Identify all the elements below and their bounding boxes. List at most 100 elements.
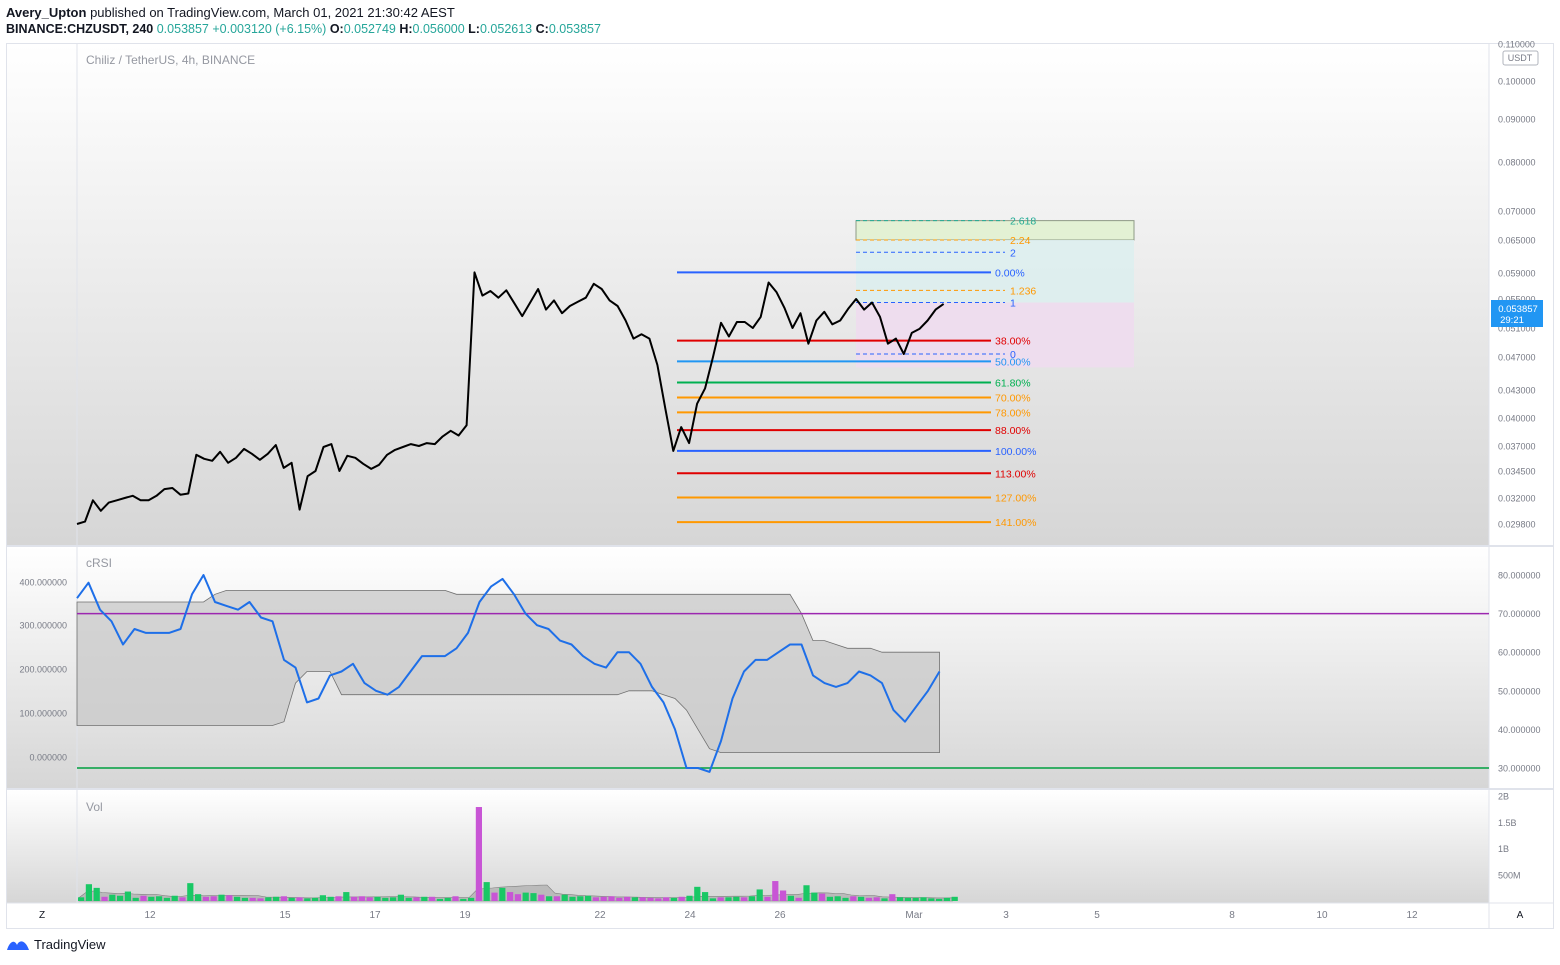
volume-bar[interactable] (569, 896, 576, 901)
volume-bar[interactable] (117, 895, 124, 901)
volume-bar[interactable] (382, 897, 389, 901)
volume-bar[interactable] (756, 889, 763, 901)
volume-bar[interactable] (218, 894, 225, 901)
volume-bar[interactable] (764, 896, 771, 901)
volume-bar[interactable] (101, 896, 108, 901)
volume-bar[interactable] (686, 895, 693, 901)
volume-bar[interactable] (475, 807, 482, 901)
volume-bar[interactable] (156, 896, 163, 901)
volume-bar[interactable] (608, 896, 615, 901)
volume-bar[interactable] (748, 896, 755, 901)
volume-bar[interactable] (405, 897, 412, 901)
volume-bar[interactable] (904, 897, 911, 901)
footer-brand[interactable]: TradingView (6, 937, 106, 952)
volume-bar[interactable] (343, 892, 350, 901)
volume-bar[interactable] (390, 897, 397, 901)
volume-bar[interactable] (538, 894, 545, 901)
volume-bar[interactable] (655, 898, 662, 901)
time-axis-left-button[interactable]: Z (39, 910, 45, 921)
volume-bar[interactable] (163, 897, 170, 901)
volume-bar[interactable] (413, 897, 420, 901)
time-axis[interactable]: 12 15 17 19 22 24 26 Mar 3 5 8 10 12 (144, 910, 1418, 921)
volume-bar[interactable] (78, 897, 85, 901)
volume-bar[interactable] (140, 895, 147, 901)
volume-bar[interactable] (397, 894, 404, 901)
volume-bar[interactable] (678, 896, 685, 901)
volume-bar[interactable] (327, 896, 334, 901)
volume-bar[interactable] (585, 895, 592, 901)
volume-bar[interactable] (889, 894, 896, 901)
volume-bar[interactable] (561, 894, 568, 901)
volume-bar[interactable] (507, 892, 514, 901)
volume-bar[interactable] (460, 898, 467, 901)
volume-bar[interactable] (85, 884, 92, 901)
volume-bar[interactable] (725, 897, 732, 901)
volume-bar[interactable] (171, 895, 178, 901)
volume-bar[interactable] (351, 896, 358, 901)
volume-bar[interactable] (733, 896, 740, 901)
volume-bar[interactable] (546, 896, 553, 901)
volume-bar[interactable] (273, 896, 280, 901)
volume-bar[interactable] (319, 895, 326, 901)
volume-bar[interactable] (842, 897, 849, 901)
volume-bar[interactable] (624, 896, 631, 901)
volume-bar[interactable] (444, 897, 451, 901)
volume-bar[interactable] (491, 892, 498, 901)
volume-bar[interactable] (780, 890, 787, 902)
volume-bar[interactable] (257, 898, 264, 901)
volume-bar[interactable] (670, 897, 677, 901)
volume-bar[interactable] (873, 897, 880, 901)
volume-bar[interactable] (429, 896, 436, 901)
volume-bar[interactable] (951, 896, 958, 901)
volume-bar[interactable] (694, 886, 701, 901)
volume-bar[interactable] (616, 897, 623, 901)
volume-bar[interactable] (741, 897, 748, 901)
volume-bar[interactable] (304, 898, 311, 901)
volume-bar[interactable] (421, 896, 428, 901)
volume-bar[interactable] (452, 896, 459, 901)
volume-bar[interactable] (234, 896, 241, 901)
volume-bar[interactable] (709, 898, 716, 901)
volume-bar[interactable] (702, 892, 709, 901)
volume-bar[interactable] (920, 897, 927, 901)
volume-bar[interactable] (366, 897, 373, 901)
volume-bar[interactable] (483, 882, 490, 901)
volume-bar[interactable] (195, 894, 202, 901)
volume-bar[interactable] (202, 896, 209, 901)
volume-bar[interactable] (530, 893, 537, 901)
volume-bar[interactable] (772, 881, 779, 901)
volume-bar[interactable] (819, 893, 826, 901)
time-axis-right-button[interactable]: A (1517, 910, 1524, 921)
volume-bar[interactable] (592, 897, 599, 901)
volume-bar[interactable] (210, 896, 217, 901)
chart-canvas[interactable]: Chiliz / TetherUS, 4h, BINANCE USDT 0.11… (0, 0, 1560, 965)
volume-bar[interactable] (631, 897, 638, 901)
volume-bar[interactable] (928, 898, 935, 901)
volume-bar[interactable] (577, 896, 584, 901)
volume-bar[interactable] (600, 896, 607, 901)
volume-bar[interactable] (499, 887, 506, 901)
volume-bar[interactable] (803, 885, 810, 901)
volume-bar[interactable] (647, 897, 654, 901)
volume-bar[interactable] (787, 895, 794, 901)
volume-bar[interactable] (132, 897, 139, 901)
volume-bar[interactable] (265, 897, 272, 901)
volume-bar[interactable] (553, 896, 560, 901)
volume-bar[interactable] (522, 892, 529, 901)
volume-bar[interactable] (374, 896, 381, 901)
volume-bar[interactable] (943, 897, 950, 901)
volume-bar[interactable] (288, 897, 295, 901)
volume-bar[interactable] (280, 896, 287, 901)
volume-bar[interactable] (936, 898, 943, 901)
volume-bar[interactable] (834, 896, 841, 901)
volume-bar[interactable] (296, 897, 303, 901)
volume-bar[interactable] (179, 897, 186, 901)
volume-bar[interactable] (897, 897, 904, 901)
volume-bar[interactable] (241, 897, 248, 901)
main-pane-bg[interactable] (7, 44, 1489, 545)
volume-bar[interactable] (187, 883, 194, 901)
volume-bar[interactable] (850, 896, 857, 901)
volume-bar[interactable] (663, 897, 670, 901)
vol-pane-bg[interactable] (7, 790, 1489, 903)
volume-bar[interactable] (811, 892, 818, 901)
